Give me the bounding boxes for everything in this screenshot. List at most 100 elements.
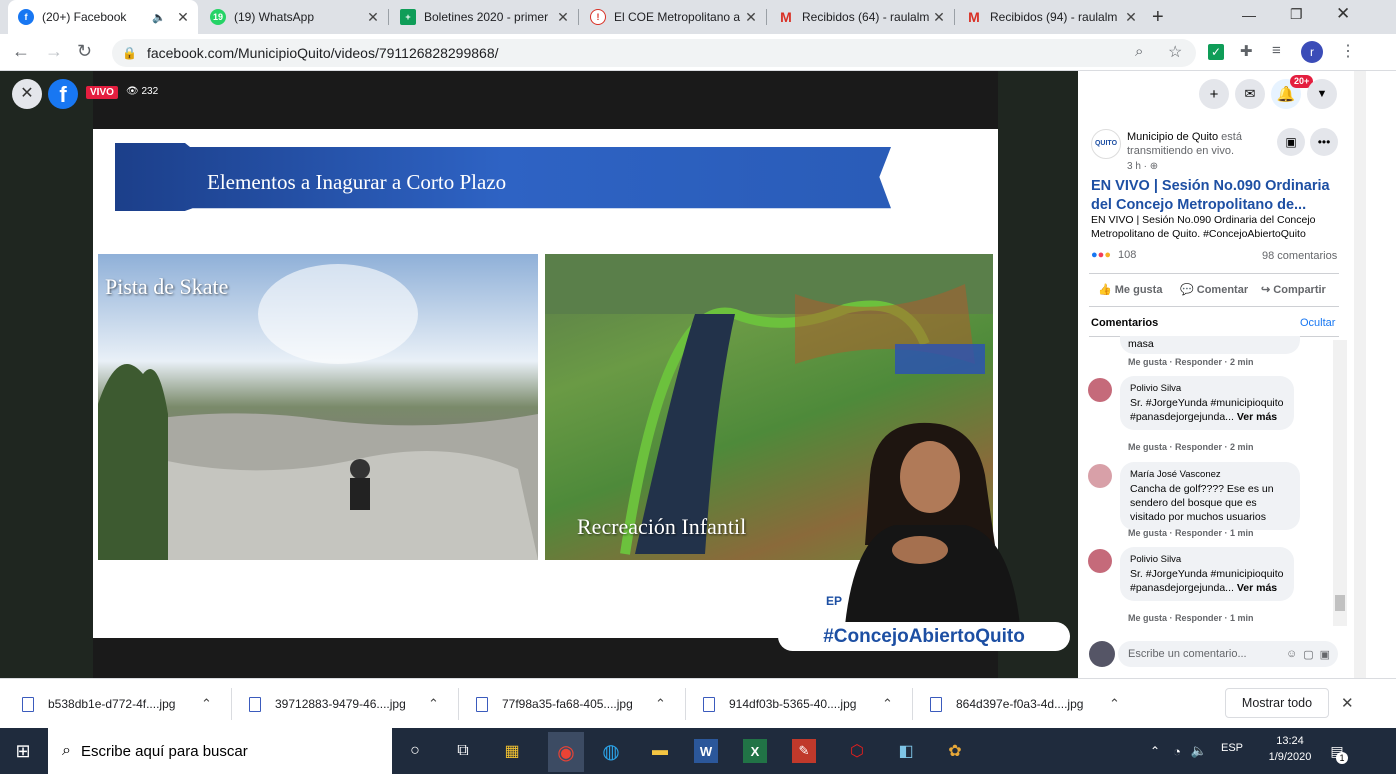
url-text: facebook.com/MunicipioQuito/videos/79112… — [146, 45, 499, 61]
address-bar[interactable]: 🔒 facebook.com/MunicipioQuito/videos/791… — [112, 39, 1196, 67]
avatar[interactable] — [1088, 464, 1112, 488]
scrollbar-thumb[interactable] — [1335, 595, 1345, 611]
comment-actions[interactable]: Me gusta · Responder · 1 min — [1128, 613, 1254, 623]
chevron-up-icon[interactable]: ⌃ — [882, 696, 893, 712]
minimize-button[interactable]: — — [1242, 7, 1256, 23]
close-tab-icon[interactable]: ✕ — [364, 9, 382, 26]
see-more-link[interactable]: Ver más — [1237, 582, 1277, 594]
close-window-button[interactable]: ✕ — [1336, 4, 1350, 24]
tab-boletines[interactable]: + Boletines 2020 - primer ✕ — [390, 0, 578, 34]
close-tab-icon[interactable]: ✕ — [930, 9, 948, 26]
eye-icon: 👁 — [126, 86, 139, 97]
clock[interactable]: 13:24 1/9/2020 — [1262, 733, 1318, 765]
profile-avatar[interactable]: r — [1301, 41, 1323, 63]
comment-bubble: Polivio Silva Sr. #JorgeYunda #municipio… — [1120, 376, 1294, 430]
store-icon[interactable]: ▦ — [497, 736, 527, 766]
download-item[interactable]: b538db1e-d772-4f....jpg — [22, 691, 175, 717]
chevron-up-icon[interactable]: ⌃ — [201, 696, 212, 712]
windows-start-icon[interactable]: ⊞ — [8, 736, 38, 766]
close-tab-icon[interactable]: ✕ — [1122, 9, 1140, 26]
user-avatar[interactable] — [1089, 641, 1115, 667]
restore-button[interactable]: ❐ — [1290, 6, 1303, 23]
close-tab-icon[interactable]: ✕ — [554, 9, 572, 26]
zoom-icon[interactable]: ⌕ — [1135, 43, 1143, 60]
emoji-icon: ☺ — [1285, 648, 1298, 660]
avatar[interactable] — [1088, 378, 1112, 402]
whatsapp-icon: 19 — [210, 9, 226, 25]
paint-icon[interactable]: ✎ — [792, 739, 816, 763]
app-icon[interactable]: ◧ — [891, 736, 921, 766]
post-title[interactable]: EN VIVO | Sesión No.090 Ordinaria del Co… — [1091, 177, 1341, 215]
media-icon[interactable]: ≡ — [1272, 42, 1281, 59]
more-options-icon[interactable]: ••• — [1310, 128, 1338, 156]
sign-language-interpreter — [845, 422, 1020, 625]
acrobat-icon[interactable]: ⬡ — [842, 736, 872, 766]
page-avatar[interactable]: QUITO — [1091, 129, 1121, 159]
share-button[interactable]: ↪ Compartir — [1261, 283, 1326, 296]
new-tab-button[interactable]: + — [1152, 6, 1164, 29]
tab-facebook[interactable]: f (20+) Facebook 🔈 ✕ — [8, 0, 198, 34]
download-item[interactable]: 864d397e-f0a3-4d....jpg — [930, 691, 1083, 717]
close-tab-icon[interactable]: ✕ — [742, 9, 760, 26]
forward-icon[interactable]: → — [45, 41, 63, 62]
facebook-logo-icon[interactable]: f — [48, 79, 78, 109]
like-button[interactable]: 👍 Me gusta — [1098, 283, 1162, 296]
skate-caption: Pista de Skate — [105, 274, 229, 299]
comment-actions[interactable]: Me gusta · Responder · 2 min — [1128, 357, 1254, 367]
close-tab-icon[interactable]: ✕ — [174, 9, 192, 26]
page-name[interactable]: Municipio de Quito — [1127, 131, 1218, 143]
menu-icon[interactable]: ⋮ — [1340, 41, 1356, 61]
volume-icon[interactable]: 🔈 — [1184, 736, 1214, 766]
tab-whatsapp[interactable]: 19 (19) WhatsApp ✕ — [200, 0, 388, 34]
tab-gmail-2[interactable]: M Recibidos (94) - raulalm ✕ — [956, 0, 1146, 34]
account-menu-icon[interactable]: ▼ — [1307, 79, 1337, 109]
comments-count[interactable]: 98 comentarios — [1262, 250, 1337, 262]
extension-check-icon[interactable]: ✓ — [1208, 44, 1224, 60]
paint3d-icon[interactable]: ✿ — [940, 736, 970, 766]
reload-icon[interactable]: ↻ — [77, 41, 92, 62]
comment-actions[interactable]: Me gusta · Responder · 2 min — [1128, 442, 1254, 452]
star-icon[interactable]: ☆ — [1168, 42, 1182, 62]
back-icon[interactable]: ← — [12, 41, 30, 62]
save-icon[interactable]: ▣ — [1277, 128, 1305, 156]
edge-icon[interactable]: ◍ — [596, 736, 626, 766]
tab-coe[interactable]: ! El COE Metropolitano a ✕ — [580, 0, 766, 34]
globe-icon: ⊕ — [1149, 161, 1159, 172]
excel-icon[interactable]: X — [743, 739, 767, 763]
chevron-up-icon[interactable]: ⌃ — [1109, 696, 1120, 712]
see-more-link[interactable]: Ver más — [1237, 411, 1277, 423]
task-view-icon[interactable]: ⧉ — [448, 736, 478, 766]
chevron-up-icon[interactable]: ⌃ — [655, 696, 666, 712]
comment-actions[interactable]: Me gusta · Responder · 1 min — [1128, 528, 1254, 538]
comment-bubble: María José Vasconez Cancha de golf???? E… — [1120, 462, 1300, 530]
download-item[interactable]: 39712883-9479-46....jpg — [249, 691, 406, 717]
search-icon: ⌕ — [62, 742, 71, 759]
taskbar-search[interactable]: ⌕ Escribe aquí para buscar — [48, 728, 392, 774]
download-item[interactable]: 914df03b-5365-40....jpg — [703, 691, 856, 717]
reactions-summary[interactable]: ●●● 108 — [1091, 249, 1136, 261]
tab-gmail-1[interactable]: M Recibidos (64) - raulalm ✕ — [768, 0, 954, 34]
comment-input[interactable]: Escribe un comentario... ☺ ▢ ▣ — [1118, 641, 1338, 667]
hide-comments-link[interactable]: Ocultar — [1300, 317, 1335, 329]
file-explorer-icon[interactable]: ▬ — [645, 736, 675, 766]
messenger-icon[interactable]: ✉ — [1235, 79, 1265, 109]
info-icon: ! — [590, 9, 606, 25]
language-indicator[interactable]: ESP — [1221, 742, 1243, 754]
avatar[interactable] — [1088, 549, 1112, 573]
chevron-up-icon[interactable]: ⌃ — [428, 696, 439, 712]
extensions-icon[interactable]: ✚ — [1240, 42, 1253, 60]
comments-scrollbar[interactable] — [1333, 340, 1347, 626]
close-video-button[interactable]: ✕ — [12, 79, 42, 109]
comment-button[interactable]: 💬 Comentar — [1180, 283, 1248, 296]
download-item[interactable]: 77f98a35-fa68-405....jpg — [476, 691, 633, 717]
facebook-icon: f — [18, 9, 34, 25]
page-scrollbar[interactable] — [1354, 71, 1366, 678]
close-downloads-icon[interactable]: ✕ — [1341, 694, 1354, 712]
show-all-button[interactable]: Mostrar todo — [1225, 688, 1329, 718]
file-icon — [22, 696, 34, 712]
chrome-icon[interactable]: ◉ — [548, 732, 584, 772]
speaker-icon[interactable]: 🔈 — [152, 11, 166, 24]
cortana-icon[interactable]: ○ — [400, 736, 430, 766]
word-icon[interactable]: W — [694, 739, 718, 763]
create-button[interactable]: + — [1199, 79, 1229, 109]
